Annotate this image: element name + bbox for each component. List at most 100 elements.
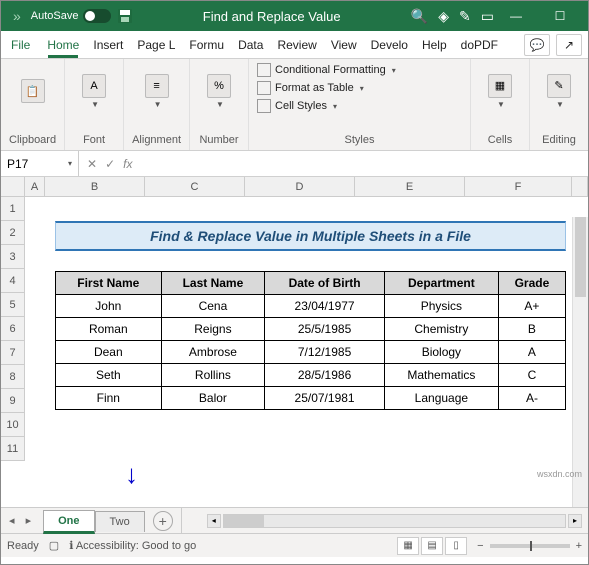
cell[interactable]: A- (498, 387, 565, 410)
scroll-thumb[interactable] (575, 217, 586, 297)
sheet-tab-one[interactable]: One (43, 510, 94, 534)
cell[interactable]: Biology (384, 341, 498, 364)
cell[interactable]: 25/5/1985 (265, 318, 385, 341)
vertical-scrollbar[interactable] (572, 217, 588, 507)
view-break-button[interactable]: ▯ (445, 537, 467, 555)
cell[interactable]: A+ (498, 295, 565, 318)
tab-page-layout[interactable]: Page L (130, 31, 182, 58)
cell[interactable]: 7/12/1985 (265, 341, 385, 364)
row-3[interactable]: 3 (1, 245, 25, 269)
row-11[interactable]: 11 (1, 437, 25, 461)
select-all-corner[interactable] (1, 177, 25, 196)
format-as-table-button[interactable]: Format as Table▾ (257, 81, 462, 95)
horizontal-scrollbar[interactable]: ◂ ▸ (201, 514, 588, 528)
cell[interactable]: Roman (56, 318, 162, 341)
cell[interactable]: Mathematics (384, 364, 498, 387)
row-6[interactable]: 6 (1, 317, 25, 341)
cell[interactable]: Physics (384, 295, 498, 318)
view-layout-button[interactable]: ▤ (421, 537, 443, 555)
row-4[interactable]: 4 (1, 269, 25, 293)
col-f[interactable]: F (465, 177, 572, 196)
window-icon[interactable]: ▭ (481, 8, 494, 25)
minimize-button[interactable]: — (494, 1, 538, 31)
nav-prev-icon[interactable]: » (7, 8, 27, 24)
row-10[interactable]: 10 (1, 413, 25, 437)
cell[interactable]: Cena (161, 295, 265, 318)
tab-dopdf[interactable]: doPDF (454, 31, 505, 58)
scroll-left-icon[interactable]: ◂ (207, 514, 221, 528)
col-a[interactable]: A (25, 177, 45, 196)
conditional-formatting-button[interactable]: Conditional Formatting▾ (257, 63, 462, 77)
cell[interactable]: 28/5/1986 (265, 364, 385, 387)
row-5[interactable]: 5 (1, 293, 25, 317)
cancel-icon[interactable]: ✕ (87, 157, 97, 171)
new-sheet-button[interactable]: + (153, 511, 173, 531)
cells-button[interactable]: ▦▼ (479, 63, 521, 119)
th-dept[interactable]: Department (384, 272, 498, 295)
maximize-button[interactable]: ☐ (538, 1, 582, 31)
cell[interactable]: John (56, 295, 162, 318)
cell[interactable]: A (498, 341, 565, 364)
cell[interactable]: Ambrose (161, 341, 265, 364)
cell[interactable]: B (498, 318, 565, 341)
chevron-down-icon[interactable]: ▾ (68, 159, 72, 168)
name-box[interactable]: P17▾ (1, 151, 79, 176)
tab-review[interactable]: Review (270, 31, 323, 58)
th-firstname[interactable]: First Name (56, 272, 162, 295)
cell[interactable]: Balor (161, 387, 265, 410)
row-9[interactable]: 9 (1, 389, 25, 413)
enter-icon[interactable]: ✓ (105, 157, 115, 171)
cell-styles-button[interactable]: Cell Styles▾ (257, 99, 462, 113)
editing-button[interactable]: ✎▼ (538, 63, 580, 119)
cell[interactable]: 23/04/1977 (265, 295, 385, 318)
accessibility-status[interactable]: ℹ Accessibility: Good to go (69, 539, 196, 552)
scroll-thumb[interactable] (224, 515, 264, 527)
autosave-toggle[interactable]: AutoSave (31, 9, 111, 23)
row-1[interactable]: 1 (1, 197, 25, 221)
tab-nav-buttons[interactable]: ◂ ▸ (1, 514, 43, 527)
row-8[interactable]: 8 (1, 365, 25, 389)
tab-view[interactable]: View (324, 31, 364, 58)
zoom-in-button[interactable]: + (576, 540, 582, 552)
cell[interactable]: Seth (56, 364, 162, 387)
th-dob[interactable]: Date of Birth (265, 272, 385, 295)
col-b[interactable]: B (45, 177, 145, 196)
cell[interactable]: Finn (56, 387, 162, 410)
cell[interactable]: 25/07/1981 (265, 387, 385, 410)
scroll-right-icon[interactable]: ▸ (568, 514, 582, 528)
toggle-off-icon[interactable] (83, 9, 111, 23)
row-7[interactable]: 7 (1, 341, 25, 365)
tab-help[interactable]: Help (415, 31, 454, 58)
cell[interactable]: Language (384, 387, 498, 410)
file-tab[interactable]: File (1, 31, 40, 58)
row-2[interactable]: 2 (1, 221, 25, 245)
tab-developer[interactable]: Develo (364, 31, 415, 58)
col-e[interactable]: E (355, 177, 465, 196)
alignment-button[interactable]: ≡▼ (136, 63, 178, 119)
grid-cells[interactable]: Find & Replace Value in Multiple Sheets … (25, 197, 588, 507)
th-lastname[interactable]: Last Name (161, 272, 265, 295)
cell[interactable]: Chemistry (384, 318, 498, 341)
cell[interactable]: Dean (56, 341, 162, 364)
font-button[interactable]: A▼ (73, 63, 115, 119)
graphics-icon[interactable]: ✎ (459, 8, 471, 25)
tab-insert[interactable]: Insert (86, 31, 130, 58)
sheet-tab-two[interactable]: Two (95, 511, 145, 532)
tab-home[interactable]: Home (40, 31, 86, 58)
fx-icon[interactable]: fx (123, 157, 132, 171)
zoom-out-button[interactable]: − (477, 540, 483, 552)
number-button[interactable]: %▼ (198, 63, 240, 119)
view-normal-button[interactable]: ▦ (397, 537, 419, 555)
comments-button[interactable]: 💬 (524, 34, 550, 56)
zoom-control[interactable]: − + (477, 540, 582, 552)
search-icon[interactable]: 🔍 (411, 8, 428, 25)
tab-formulas[interactable]: Formu (182, 31, 231, 58)
cell[interactable]: Rollins (161, 364, 265, 387)
paste-button[interactable]: 📋 (12, 63, 54, 119)
col-d[interactable]: D (245, 177, 355, 196)
th-grade[interactable]: Grade (498, 272, 565, 295)
col-c[interactable]: C (145, 177, 245, 196)
tab-data[interactable]: Data (231, 31, 270, 58)
macro-record-icon[interactable]: ▢ (49, 539, 59, 552)
diamond-icon[interactable]: ◈ (438, 8, 449, 25)
